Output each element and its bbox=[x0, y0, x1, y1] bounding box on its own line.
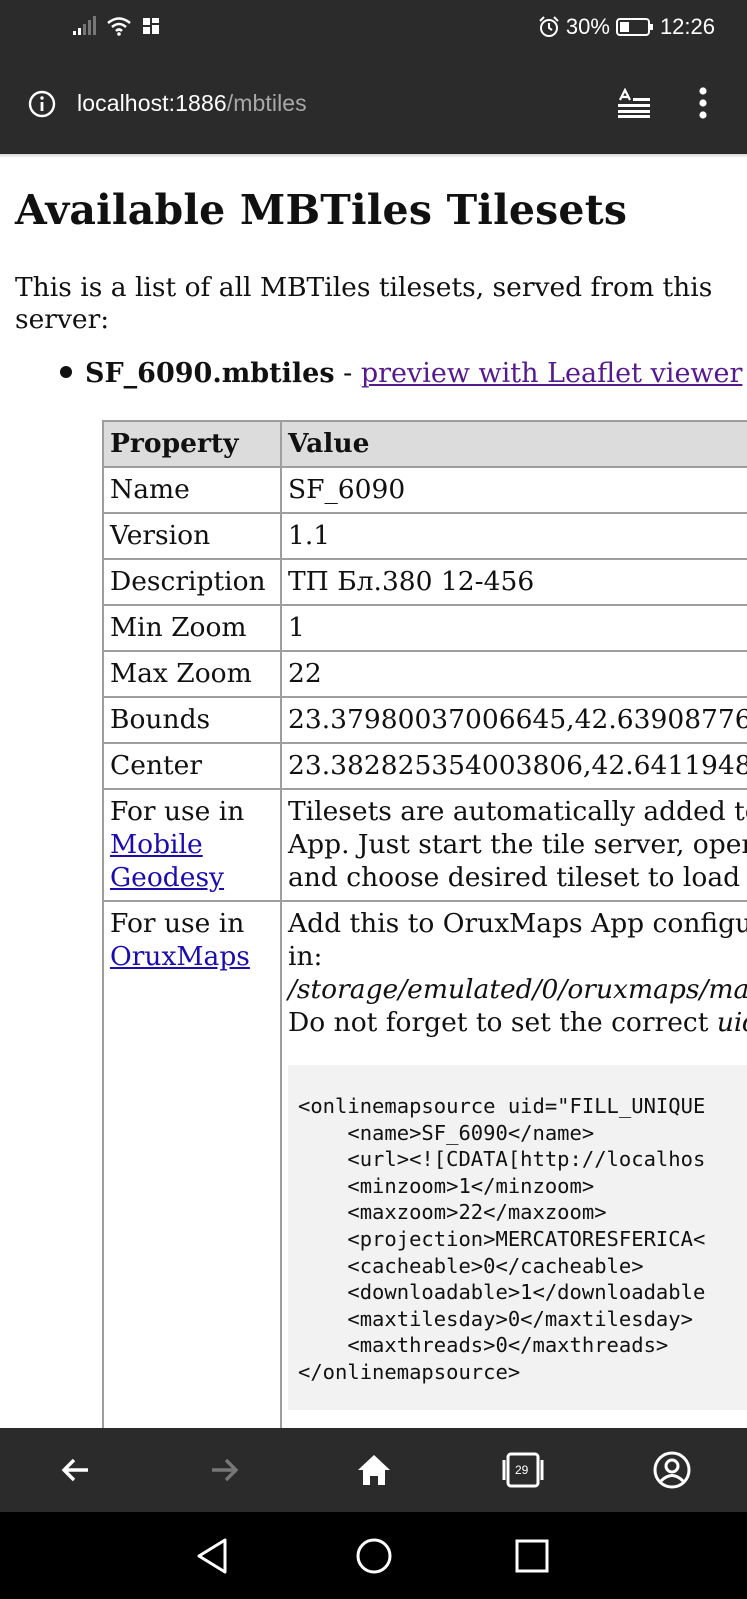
geodesy-value: Tilesets are automatically added to App.… bbox=[280, 788, 747, 900]
geodesy-line: App. Just start the tile server, open bbox=[288, 829, 747, 860]
status-right: 30% 12:26 bbox=[538, 14, 715, 40]
table-row: Name SF_6090 bbox=[102, 466, 747, 512]
header-property: Property bbox=[102, 420, 280, 466]
info-icon[interactable] bbox=[28, 90, 56, 118]
table-row: Version 1.1 bbox=[102, 512, 747, 558]
table-row-geodesy: For use in Mobile Geodesy Tilesets are au… bbox=[102, 788, 747, 900]
orux-line: Do not forget to set the correct uid bbox=[288, 1006, 747, 1039]
orux-uid-text: uid bbox=[716, 1007, 747, 1038]
battery-icon bbox=[615, 18, 653, 36]
row-value: 23.382825354003806,42.641194842 bbox=[280, 742, 747, 788]
preview-link[interactable]: preview with Leaflet viewer bbox=[361, 358, 743, 389]
row-value: 1.1 bbox=[280, 512, 747, 558]
table-row-oruxmaps: For use in OruxMaps Add this to OruxMaps… bbox=[102, 900, 747, 1428]
page-title: Available MBTiles Tilesets bbox=[15, 186, 628, 234]
orux-key-prefix: For use in bbox=[110, 908, 245, 939]
status-left bbox=[72, 16, 160, 36]
url-field[interactable]: localhost:1886/mbtiles bbox=[77, 90, 307, 117]
nav-recents-icon[interactable] bbox=[512, 1536, 552, 1576]
intro-text: This is a list of all MBTiles tilesets, … bbox=[15, 272, 713, 335]
forward-icon[interactable] bbox=[202, 1448, 246, 1492]
url-host: localhost:1886 bbox=[77, 90, 227, 116]
tabs-button[interactable]: 29 bbox=[501, 1448, 545, 1492]
row-key: Max Zoom bbox=[102, 650, 280, 696]
battery-percent: 30% bbox=[565, 14, 610, 39]
mobile-geodesy-link-line1: Mobile bbox=[110, 829, 203, 860]
orux-value: Add this to OruxMaps App configu in: /st… bbox=[280, 900, 747, 1428]
row-value: SF_6090 bbox=[280, 466, 747, 512]
row-key: Name bbox=[102, 466, 280, 512]
row-key: Version bbox=[102, 512, 280, 558]
overflow-menu-icon[interactable] bbox=[696, 86, 710, 120]
tileset-filename: SF_6090.mbtiles bbox=[85, 358, 335, 389]
oruxmaps-code-block: <onlinemapsource uid="FILL_UNIQUE <name>… bbox=[288, 1065, 747, 1410]
row-key: Bounds bbox=[102, 696, 280, 742]
geodesy-line: and choose desired tileset to load i bbox=[288, 862, 747, 893]
table-row: Bounds 23.37980037006645,42.6390877696 bbox=[102, 696, 747, 742]
mobile-geodesy-link[interactable]: Mobile Geodesy bbox=[110, 829, 224, 893]
orux-line: Add this to OruxMaps App configu bbox=[288, 908, 747, 939]
list-bullet bbox=[60, 366, 72, 378]
web-page: Available MBTiles Tilesets This is a lis… bbox=[0, 158, 747, 1428]
geodesy-key: For use in Mobile Geodesy bbox=[102, 788, 280, 900]
row-value: 23.37980037006645,42.6390877696 bbox=[280, 696, 747, 742]
table-row: Description ТП Бл.380 12-456 bbox=[102, 558, 747, 604]
geodesy-key-prefix: For use in bbox=[110, 796, 245, 827]
orux-path: /storage/emulated/0/oruxmaps/map bbox=[288, 974, 747, 1005]
table-row: Center 23.382825354003806,42.641194842 bbox=[102, 742, 747, 788]
oruxmaps-link[interactable]: OruxMaps bbox=[110, 941, 250, 972]
alarm-icon bbox=[539, 16, 559, 37]
signal-icon bbox=[73, 16, 96, 35]
url-path: /mbtiles bbox=[226, 90, 307, 116]
home-icon[interactable] bbox=[352, 1448, 396, 1492]
status-bar: 30% 12:26 bbox=[0, 0, 747, 56]
row-value: 1 bbox=[280, 604, 747, 650]
header-value: Value bbox=[280, 420, 747, 466]
table-header-row: Property Value bbox=[102, 420, 747, 466]
tileset-separator: - bbox=[334, 358, 361, 389]
nav-back-icon[interactable] bbox=[193, 1536, 233, 1576]
row-key: Min Zoom bbox=[102, 604, 280, 650]
app-notification-icon bbox=[143, 18, 159, 34]
row-key: Center bbox=[102, 742, 280, 788]
properties-table: Property Value Name SF_6090 Version 1.1 … bbox=[102, 420, 747, 1428]
tileset-list-item: SF_6090.mbtiles - preview with Leaflet v… bbox=[85, 358, 742, 389]
row-key: Description bbox=[102, 558, 280, 604]
tab-count: 29 bbox=[515, 1463, 529, 1477]
row-value: ТП Бл.380 12-456 bbox=[280, 558, 747, 604]
geodesy-line: Tilesets are automatically added to bbox=[288, 796, 747, 827]
back-icon[interactable] bbox=[54, 1448, 98, 1492]
clock: 12:26 bbox=[659, 14, 715, 39]
nav-home-icon[interactable] bbox=[354, 1536, 394, 1576]
browser-bottom-toolbar: 29 bbox=[0, 1428, 747, 1512]
table-row: Max Zoom 22 bbox=[102, 650, 747, 696]
browser-toolbar: localhost:1886/mbtiles bbox=[0, 56, 747, 154]
reader-mode-icon[interactable] bbox=[618, 88, 650, 118]
system-navigation-bar bbox=[0, 1512, 747, 1599]
mobile-geodesy-link-line2: Geodesy bbox=[110, 862, 225, 893]
account-icon[interactable] bbox=[650, 1448, 694, 1492]
row-value: 22 bbox=[280, 650, 747, 696]
orux-warning-text: Do not forget to set the correct bbox=[288, 1007, 717, 1038]
table-row: Min Zoom 1 bbox=[102, 604, 747, 650]
orux-line: in: bbox=[288, 941, 323, 972]
wifi-icon bbox=[107, 17, 131, 36]
orux-key: For use in OruxMaps bbox=[102, 900, 280, 1428]
